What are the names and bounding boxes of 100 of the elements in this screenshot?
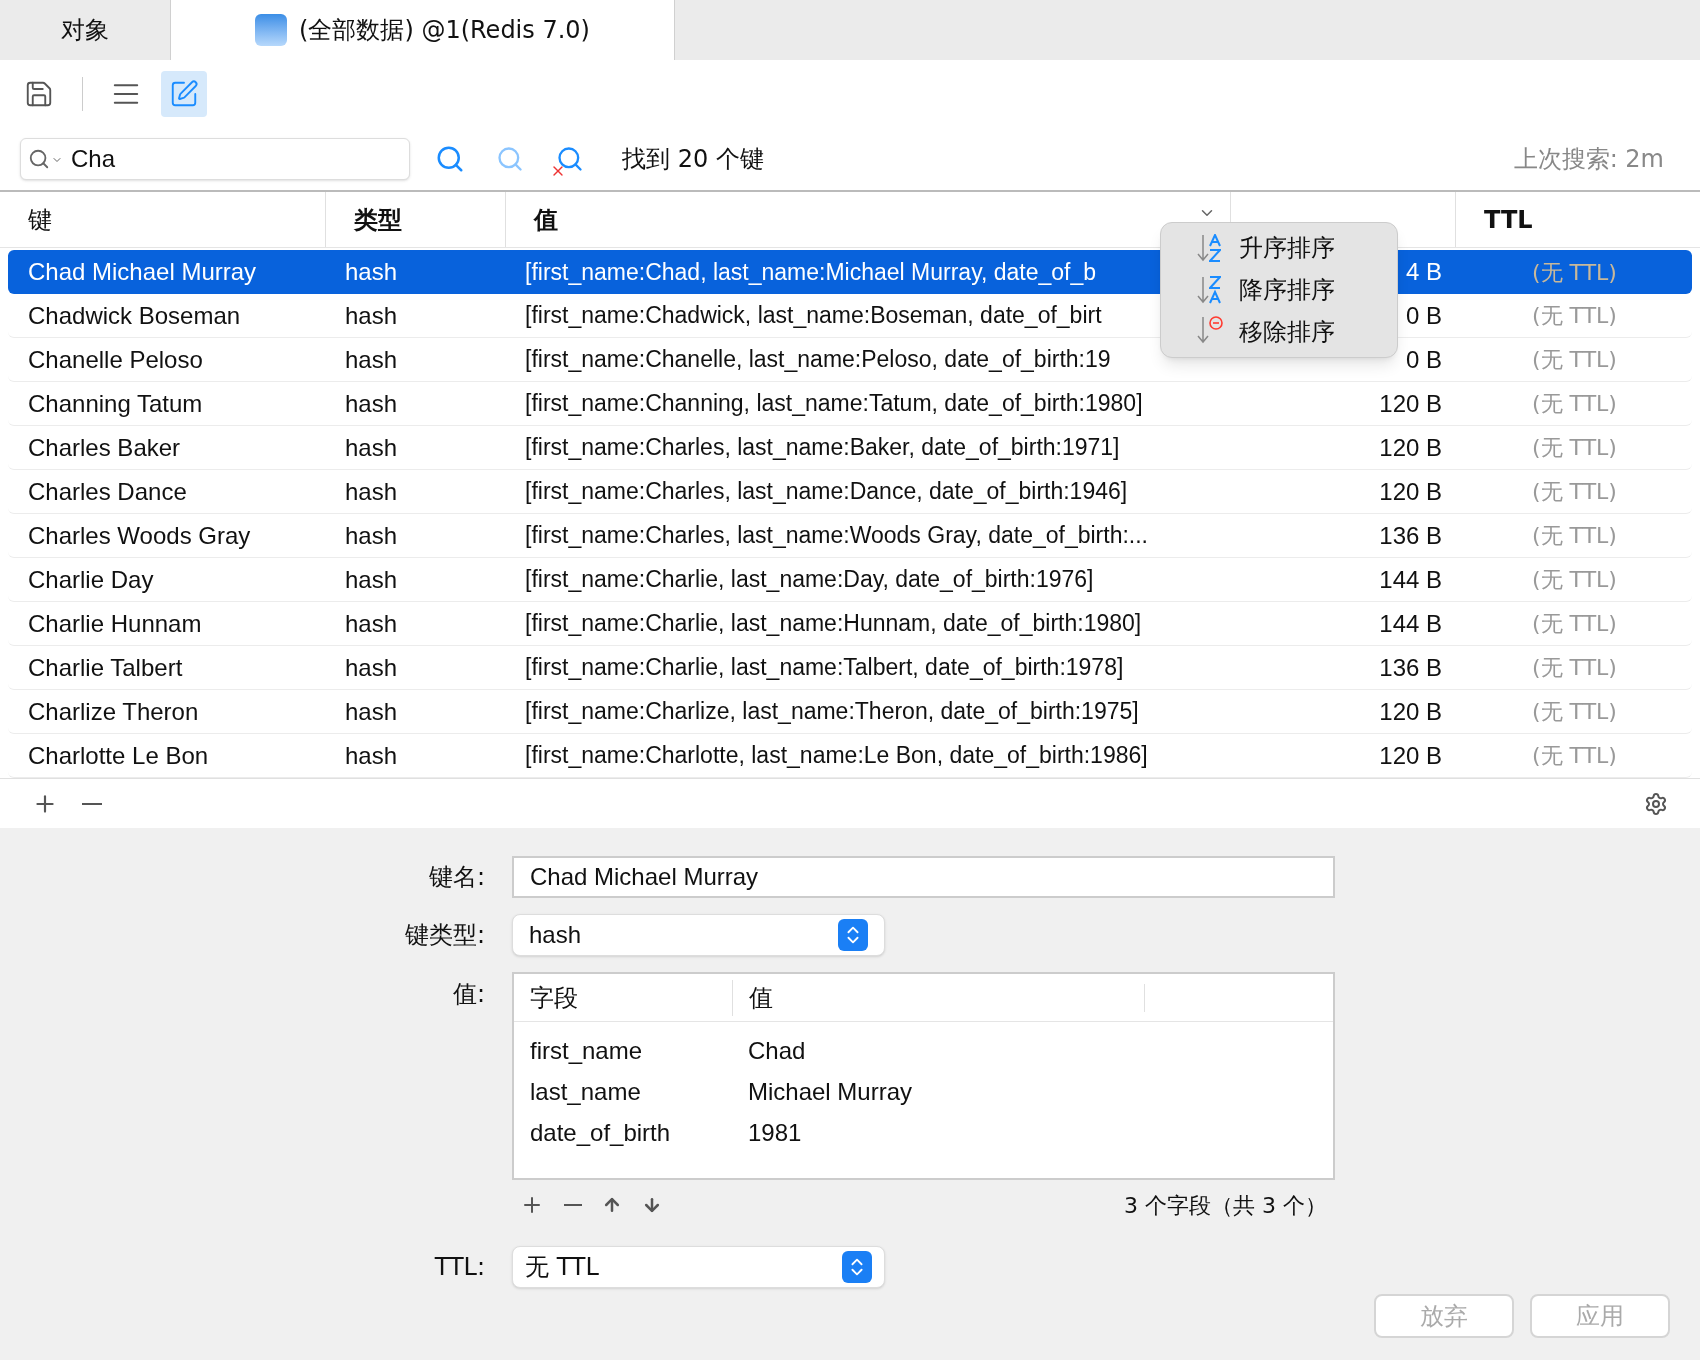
table-row[interactable]: Charles Dance hash [first_name:Charles, last_name:Dance, date_of_birth:1946] 120 B (无 TTL) bbox=[8, 470, 1692, 514]
column-header[interactable]: 字段 bbox=[514, 979, 732, 1016]
column-header[interactable]: 值 bbox=[732, 979, 1144, 1016]
size-cell-text: 136 B bbox=[1379, 652, 1442, 683]
column-header[interactable]: 类型 bbox=[325, 192, 505, 247]
last-search-text: 上次搜索: 2m bbox=[1513, 144, 1664, 175]
search-field[interactable]: Cha bbox=[20, 138, 410, 180]
ttl-cell-text: (无 TTL) bbox=[1532, 742, 1617, 770]
ttl-cell-text: (无 TTL) bbox=[1532, 258, 1617, 287]
value-cell-text: [first_name:Charles, last_name:Baker, date_of_birth:1971] bbox=[524, 433, 1121, 463]
type-cell-text: hash bbox=[344, 696, 399, 727]
move-up-button[interactable] bbox=[602, 1195, 622, 1215]
value-cell-text: [first_name:Charlie, last_name:Day, date_of_birth:1976] bbox=[524, 565, 1095, 595]
table-row[interactable]: Charles Woods Gray hash [first_name:Charles, last_name:Woods Gray, date_of_birth:... 136 B (无 TTL) bbox=[8, 514, 1692, 558]
field-label: 键名: bbox=[427, 862, 485, 893]
value-cell-text: [first_name:Charlotte, last_name:Le Bon, date_of_birth:1986] bbox=[524, 741, 1149, 771]
search-icon bbox=[28, 148, 50, 170]
type-cell-text: hash bbox=[344, 476, 399, 507]
key-cell-text: Charlie Talbert bbox=[27, 652, 184, 683]
search-result-text: 找到 20 个键 bbox=[622, 144, 764, 175]
size-cell-text: 136 B bbox=[1379, 520, 1442, 551]
value-cell-text: [first_name:Charlie, last_name:Talbert, date_of_birth:1978] bbox=[524, 653, 1125, 683]
size-cell-text: 120 B bbox=[1379, 696, 1442, 727]
size-cell-text: 144 B bbox=[1379, 608, 1442, 639]
type-cell-text: hash bbox=[344, 740, 399, 771]
key-cell-text: Chad Michael Murray bbox=[27, 257, 258, 287]
type-cell-text: hash bbox=[344, 564, 399, 595]
table-row[interactable]: Charles Baker hash [first_name:Charles, last_name:Baker, date_of_birth:1971] 120 B (无 TTL) bbox=[8, 426, 1692, 470]
table-row[interactable]: Channing Tatum hash [first_name:Channing, last_name:Tatum, date_of_birth:1980] 120 B (无 TTL) bbox=[8, 382, 1692, 426]
field-count-text: 3 个字段（共 3 个） bbox=[1124, 1191, 1327, 1220]
size-cell-text: 4 B bbox=[1405, 257, 1442, 287]
type-cell-text: hash bbox=[344, 608, 399, 639]
search-icon bbox=[435, 144, 465, 174]
key-cell-text: Channing Tatum bbox=[27, 388, 204, 419]
type-cell-text: hash bbox=[344, 344, 399, 375]
stepper-icon bbox=[838, 919, 868, 951]
ttl-cell-text: (无 TTL) bbox=[1532, 302, 1617, 330]
type-cell-text: hash bbox=[344, 432, 399, 463]
key-cell-text: Charlie Hunnam bbox=[27, 608, 203, 639]
edit-button[interactable] bbox=[161, 71, 207, 117]
field-value-cell-text: 1981 bbox=[747, 1117, 803, 1148]
minus-icon bbox=[82, 802, 102, 805]
value-cell-text: [first_name:Chad, last_name:Michael Murray, date_of_b bbox=[524, 257, 1098, 287]
key-cell-text: Charles Woods Gray bbox=[27, 520, 252, 551]
ttl-cell-text: (无 TTL) bbox=[1532, 698, 1617, 726]
stepper-icon bbox=[842, 1251, 872, 1283]
field-label: TTL: bbox=[433, 1252, 485, 1283]
value-cell-text: [first_name:Charlize, last_name:Theron, date_of_birth:1975] bbox=[524, 697, 1140, 727]
field-name-cell-text: first_name bbox=[529, 1035, 644, 1066]
table-row[interactable]: Charlotte Le Bon hash [first_name:Charlotte, last_name:Le Bon, date_of_birth:1986] 120 B (无 TTL) bbox=[8, 734, 1692, 778]
size-cell-text: 0 B bbox=[1405, 300, 1442, 331]
pencil-square-icon bbox=[169, 79, 199, 109]
search-icon bbox=[496, 145, 524, 173]
size-cell-text: 120 B bbox=[1379, 740, 1442, 771]
size-cell-text: 120 B bbox=[1379, 388, 1442, 419]
table-row[interactable]: Charlie Talbert hash [first_name:Charlie, last_name:Talbert, date_of_birth:1978] 136 B (无 TTL) bbox=[8, 646, 1692, 690]
value-cell-text: [first_name:Channing, last_name:Tatum, date_of_birth:1980] bbox=[524, 389, 1144, 419]
table-row[interactable]: Charlie Day hash [first_name:Charlie, last_name:Day, date_of_birth:1976] 144 B (无 TTL) bbox=[8, 558, 1692, 602]
ttl-cell-text: (无 TTL) bbox=[1532, 522, 1617, 550]
column-header[interactable]: 键 bbox=[0, 192, 325, 247]
size-cell-text: 120 B bbox=[1379, 476, 1442, 507]
key-name-field[interactable]: Chad Michael Murray bbox=[512, 856, 1335, 898]
ttl-cell-text: (无 TTL) bbox=[1532, 346, 1617, 374]
key-cell-text: Chanelle Peloso bbox=[27, 344, 204, 375]
table-row[interactable]: Charlize Theron hash [first_name:Charlize, last_name:Theron, date_of_birth:1975] 120 B (无 TTL) bbox=[8, 690, 1692, 734]
field-label: 键类型: bbox=[403, 920, 485, 951]
type-cell-text: hash bbox=[344, 520, 399, 551]
field-name-cell-text: date_of_birth bbox=[529, 1117, 672, 1148]
ttl-cell-text: (无 TTL) bbox=[1532, 478, 1617, 506]
table-icon bbox=[255, 14, 288, 46]
table-row[interactable]: Charlie Hunnam hash [first_name:Charlie, last_name:Hunnam, date_of_birth:1980] 144 B (无 TTL) bbox=[8, 602, 1692, 646]
ttl-cell-text: (无 TTL) bbox=[1532, 390, 1617, 418]
key-cell-text: Charlotte Le Bon bbox=[27, 740, 210, 771]
value-cell-text: [first_name:Charles, last_name:Woods Gray, date_of_birth:... bbox=[524, 521, 1149, 551]
type-cell-text: hash bbox=[344, 257, 399, 287]
field-value-cell-text: Chad bbox=[747, 1035, 807, 1066]
type-cell-text: hash bbox=[344, 652, 399, 683]
value-cell-text: [first_name:Chanelle, last_name:Peloso, date_of_birth:19 bbox=[524, 345, 1112, 375]
key-cell-text: Chadwick Boseman bbox=[27, 300, 242, 331]
key-type-select[interactable]: hash bbox=[512, 914, 885, 956]
ttl-cell-text: (无 TTL) bbox=[1532, 434, 1617, 462]
value-cell-text: [first_name:Charles, last_name:Dance, date_of_birth:1946] bbox=[524, 477, 1129, 507]
type-cell-text: hash bbox=[344, 300, 399, 331]
key-cell-text: Charles Dance bbox=[27, 476, 188, 507]
size-cell-text: 144 B bbox=[1379, 564, 1442, 595]
type-cell-text: hash bbox=[344, 388, 399, 419]
value-cell-text: [first_name:Charlie, last_name:Hunnam, date_of_birth:1980] bbox=[524, 609, 1143, 639]
field-name-cell-text: last_name bbox=[529, 1076, 642, 1107]
settings-icon bbox=[1644, 791, 1668, 816]
value-cell-text: [first_name:Chadwick, last_name:Boseman, date_of_birt bbox=[524, 301, 1103, 331]
column-header[interactable]: TTL bbox=[1455, 192, 1700, 247]
ttl-cell-text: (无 TTL) bbox=[1532, 654, 1617, 682]
settings-button[interactable] bbox=[1644, 791, 1668, 816]
minus-icon bbox=[564, 1204, 582, 1206]
ttl-select[interactable]: 无 TTL bbox=[512, 1246, 885, 1288]
field-value-cell-text: Michael Murray bbox=[747, 1076, 914, 1107]
tab[interactable]: (全部数据) @1(Redis 7.0) bbox=[170, 0, 675, 60]
move-down-button[interactable] bbox=[642, 1195, 662, 1215]
size-cell-text: 0 B bbox=[1405, 344, 1442, 375]
search-icon bbox=[556, 145, 584, 173]
